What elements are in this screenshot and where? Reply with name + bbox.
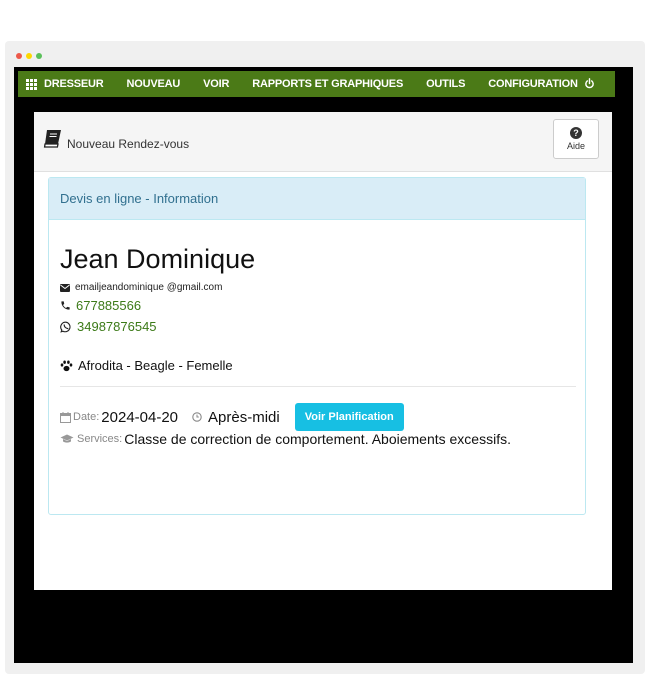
whatsapp-icon [60, 321, 71, 333]
online-quote-card: Devis en ligne - Information Jean Domini… [48, 177, 586, 515]
top-navbar: DRESSEUR NOUVEAU VOIR RAPPORTS ET GRAPHI… [18, 71, 615, 97]
pet-info: Afrodita - Beagle - Femelle [78, 358, 233, 373]
maximize-dot[interactable] [36, 53, 42, 59]
minimize-dot[interactable] [26, 53, 32, 59]
time-group: Après-midi [192, 409, 280, 426]
nav-item-nouveau[interactable]: NOUVEAU [127, 78, 181, 90]
appointment-panel: Nouveau Rendez-vous ? Aide Devis en lign… [34, 112, 612, 590]
calendar-icon [60, 411, 71, 423]
card-heading: Devis en ligne - Information [49, 178, 585, 220]
client-whatsapp-row: 34987876545 [60, 319, 157, 334]
help-button[interactable]: ? Aide [553, 119, 599, 159]
nav-brand-dresseur[interactable]: DRESSEUR [26, 78, 104, 90]
power-icon[interactable] [584, 78, 595, 89]
view-planning-button[interactable]: Voir Planification [294, 403, 404, 431]
graduation-cap-icon [60, 434, 74, 443]
nav-item-outils[interactable]: OUTILS [426, 78, 465, 90]
app-screen: DRESSEUR NOUVEAU VOIR RAPPORTS ET GRAPHI… [14, 67, 633, 663]
clock-icon [192, 412, 202, 422]
date-label: Date: [73, 411, 100, 423]
window-controls [16, 53, 42, 59]
book-icon [43, 130, 61, 148]
client-whatsapp[interactable]: 34987876545 [77, 319, 157, 334]
paw-icon [60, 360, 73, 371]
help-icon: ? [570, 127, 582, 139]
appointment-time: Après-midi [208, 408, 280, 426]
panel-header: Nouveau Rendez-vous ? Aide [34, 112, 612, 172]
client-phone-row: 677885566 [60, 298, 141, 313]
phone-icon [61, 301, 70, 310]
date-row: Date: 2024-04-20 Après-midi Voir Planifi… [60, 403, 404, 431]
browser-window: DRESSEUR NOUVEAU VOIR RAPPORTS ET GRAPHI… [5, 41, 645, 674]
services-label: Services: [77, 433, 123, 445]
appointment-date: 2024-04-20 [101, 408, 179, 426]
divider [60, 386, 576, 387]
grid-icon [26, 78, 37, 90]
services-text: Classe de correction de comportement. Ab… [124, 431, 511, 447]
pet-row: Afrodita - Beagle - Femelle [60, 358, 233, 373]
client-phone[interactable]: 677885566 [76, 298, 141, 313]
services-row: Services: Classe de correction de compor… [60, 431, 511, 447]
nav-brand-label: DRESSEUR [44, 78, 104, 90]
nav-item-rapports[interactable]: RAPPORTS ET GRAPHIQUES [252, 78, 403, 90]
nav-item-voir[interactable]: VOIR [203, 78, 229, 90]
help-label: Aide [566, 141, 585, 151]
nav-item-configuration[interactable]: CONFIGURATION [488, 78, 578, 90]
panel-title: Nouveau Rendez-vous [67, 137, 190, 151]
close-dot[interactable] [16, 53, 22, 59]
envelope-icon [60, 283, 70, 292]
client-email-row: emailjeandominique @gmail.com [60, 282, 222, 293]
client-name: Jean Dominique [60, 244, 256, 274]
client-email[interactable]: emailjeandominique @gmail.com [75, 282, 222, 293]
